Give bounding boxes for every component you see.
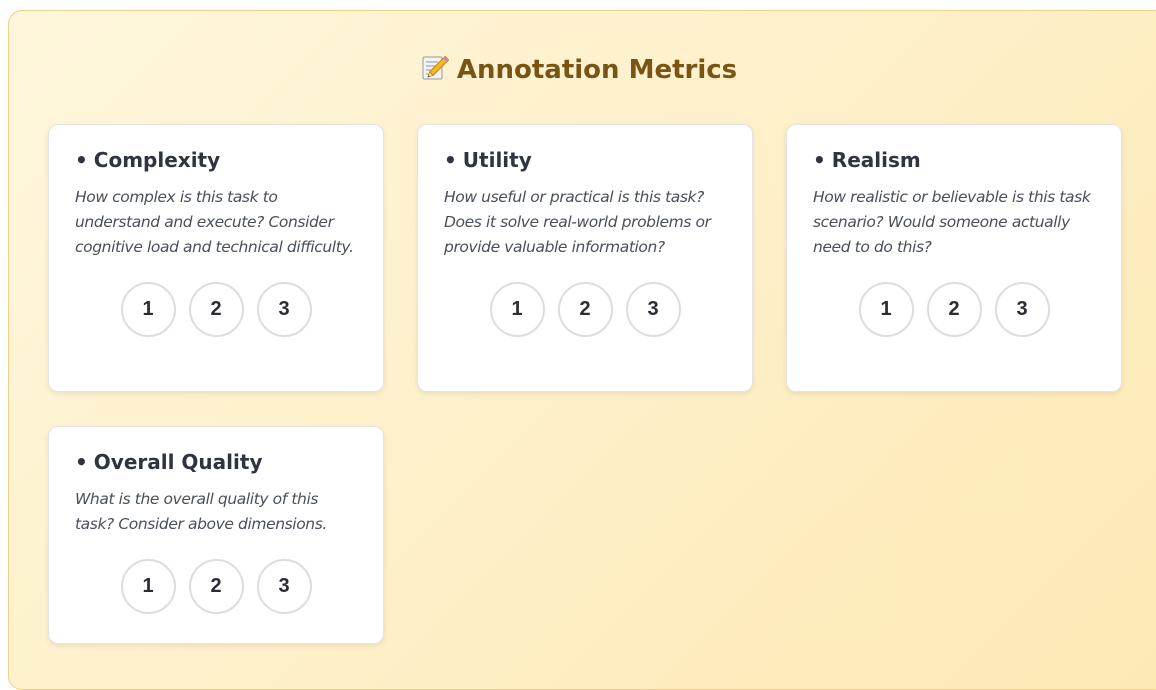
rating-button-2[interactable]: 2: [188, 282, 244, 337]
bullet: •: [813, 148, 826, 172]
metric-card-utility: • Utility How useful or practical is this…: [417, 124, 753, 392]
metric-title: • Overall Quality: [75, 449, 357, 475]
rating-button-1[interactable]: 1: [858, 282, 914, 337]
metric-description: What is the overall quality of this task…: [75, 490, 327, 533]
bullet: •: [75, 148, 88, 172]
panel-title: Annotation Metrics: [0, 52, 1156, 88]
metric-title: • Realism: [813, 147, 1095, 173]
rating-button-2[interactable]: 2: [557, 282, 613, 337]
rating-group-overall-quality: 1 2 3: [75, 559, 357, 614]
rating-button-3[interactable]: 3: [256, 559, 312, 614]
metric-name: Realism: [831, 148, 921, 172]
metric-description: How complex is this task to understand a…: [75, 188, 354, 256]
metric-card-overall-quality: • Overall Quality What is the overall qua…: [48, 426, 384, 644]
metric-card-realism: • Realism How realistic or believable is …: [786, 124, 1122, 392]
metric-name: Complexity: [93, 148, 221, 172]
panel-title-text: Annotation Metrics: [456, 55, 738, 85]
metric-title: • Complexity: [75, 147, 357, 173]
metric-title: • Utility: [444, 147, 726, 173]
rating-group-realism: 1 2 3: [813, 282, 1095, 337]
memo-pencil-icon: [422, 55, 449, 80]
metric-name: Utility: [462, 148, 532, 172]
bullet: •: [75, 450, 88, 474]
rating-button-1[interactable]: 1: [120, 282, 176, 337]
rating-button-3[interactable]: 3: [256, 282, 312, 337]
rating-button-2[interactable]: 2: [188, 559, 244, 614]
metric-description: How realistic or believable is this task…: [813, 188, 1091, 256]
metric-card-complexity: • Complexity How complex is this task to …: [48, 124, 384, 392]
rating-group-complexity: 1 2 3: [75, 282, 357, 337]
bullet: •: [444, 148, 457, 172]
rating-button-1[interactable]: 1: [489, 282, 545, 337]
rating-button-3[interactable]: 3: [625, 282, 681, 337]
metric-name: Overall Quality: [93, 450, 263, 474]
rating-button-1[interactable]: 1: [120, 559, 176, 614]
metric-description: How useful or practical is this task? Do…: [444, 188, 711, 256]
rating-button-2[interactable]: 2: [926, 282, 982, 337]
rating-button-3[interactable]: 3: [994, 282, 1050, 337]
rating-group-utility: 1 2 3: [444, 282, 726, 337]
